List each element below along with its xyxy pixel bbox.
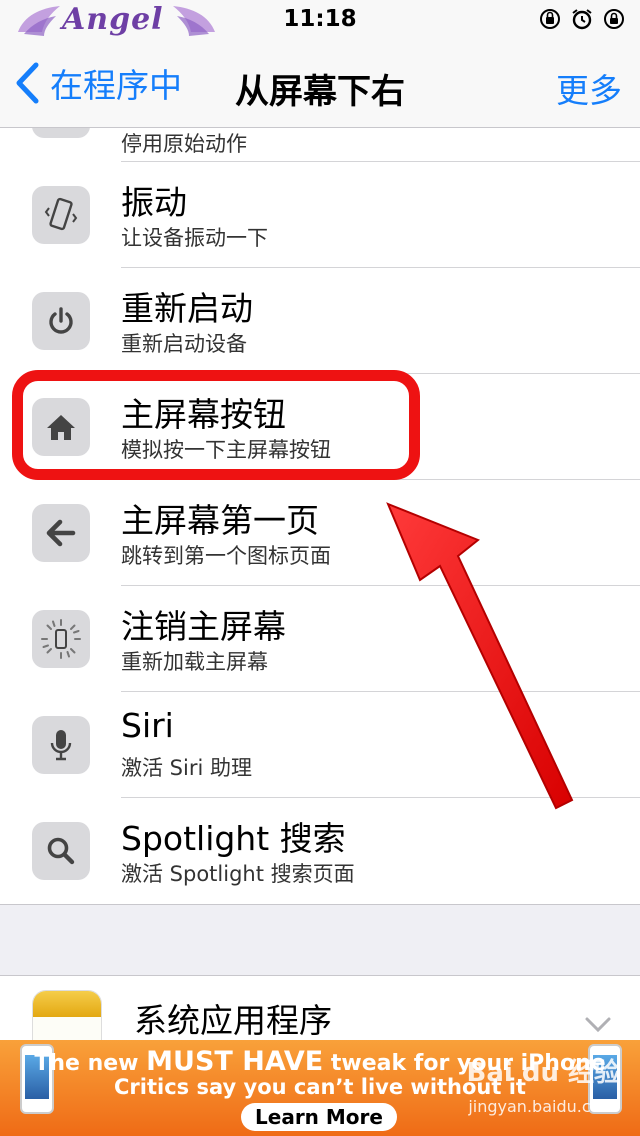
list-item-subtitle: 激活 Spotlight 搜索页面	[121, 862, 355, 886]
status-bar: Angel 11:18	[0, 0, 640, 40]
vibrate-icon	[32, 186, 90, 244]
microphone-icon	[32, 716, 90, 774]
list-item-title: Spotlight 搜索	[121, 819, 346, 858]
page-title: 从屏幕下右	[235, 72, 405, 112]
system-apps-title: 系统应用程序	[134, 1001, 332, 1040]
status-icons	[538, 7, 626, 31]
list-item-subtitle: 停用原始动作	[121, 132, 247, 156]
respring-icon	[32, 610, 90, 668]
list-item-title: 主屏幕第一页	[121, 501, 319, 540]
more-button[interactable]: 更多	[556, 64, 622, 112]
learn-more-button[interactable]: Learn More	[241, 1103, 397, 1131]
back-arrow-icon	[32, 504, 90, 562]
section-gap	[0, 904, 640, 976]
list-item-first-page[interactable]: 主屏幕第一页 跳转到第一个图标页面	[0, 480, 640, 586]
baidu-watermark: Bai du 经验	[466, 1058, 621, 1088]
list-item-subtitle: 跳转到第一个图标页面	[121, 544, 331, 568]
list-item-respring[interactable]: 注销主屏幕 重新加载主屏幕	[0, 586, 640, 692]
list-item-subtitle: 激活 Siri 助理	[121, 756, 252, 780]
power-icon	[32, 292, 90, 350]
ad-headline-prefix: The new	[34, 1051, 139, 1076]
rotation-lock-icon	[538, 7, 562, 31]
list-item-title: Siri	[121, 706, 174, 745]
list-item[interactable]: 停用原始动作	[0, 128, 640, 162]
lock-icon	[602, 7, 626, 31]
list-item-title: 注销主屏幕	[121, 607, 286, 646]
list-item-subtitle: 让设备振动一下	[121, 226, 268, 250]
ad-headline-emphasis: MUST HAVE	[146, 1046, 324, 1077]
list-item-subtitle: 重新启动设备	[121, 332, 247, 356]
list-item-siri[interactable]: Siri 激活 Siri 助理	[0, 692, 640, 798]
list-item-restart[interactable]: 重新启动 重新启动设备	[0, 268, 640, 374]
list-item-subtitle: 重新加载主屏幕	[121, 650, 268, 674]
partial-icon	[32, 128, 90, 138]
highlight-box	[12, 370, 420, 480]
actions-list: 停用原始动作 振动 让设备振动一下 重新启动 重新启动设备 主屏幕按钮 模拟按一…	[0, 128, 640, 904]
list-item-title: 振动	[121, 183, 187, 222]
navigation-bar: 在程序中 从屏幕下右 更多	[0, 40, 640, 128]
list-item-vibrate[interactable]: 振动 让设备振动一下	[0, 162, 640, 268]
search-icon	[32, 822, 90, 880]
list-item-spotlight[interactable]: Spotlight 搜索 激活 Spotlight 搜索页面	[0, 798, 640, 904]
list-item-title: 重新启动	[121, 289, 253, 328]
chevron-down-icon	[585, 1017, 611, 1033]
baidu-watermark-url: jingyan.baidu.com	[468, 1097, 616, 1116]
alarm-icon	[570, 7, 594, 31]
